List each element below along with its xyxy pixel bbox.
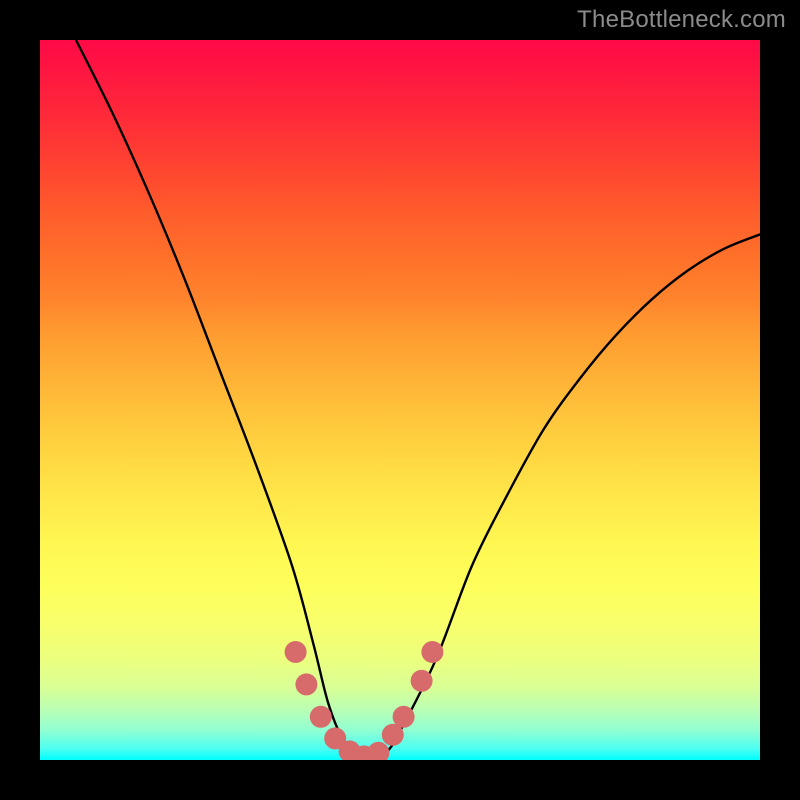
chart-frame: TheBottleneck.com	[0, 0, 800, 800]
highlight-markers	[285, 641, 444, 760]
bottleneck-curve	[76, 40, 760, 756]
watermark-text: TheBottleneck.com	[577, 6, 786, 34]
highlight-marker	[393, 706, 415, 728]
highlight-marker	[295, 673, 317, 695]
highlight-marker	[310, 706, 332, 728]
chart-canvas	[40, 40, 760, 760]
highlight-marker	[285, 641, 307, 663]
highlight-marker	[367, 742, 389, 760]
highlight-marker	[411, 670, 433, 692]
highlight-marker	[421, 641, 443, 663]
plot-area	[40, 40, 760, 760]
